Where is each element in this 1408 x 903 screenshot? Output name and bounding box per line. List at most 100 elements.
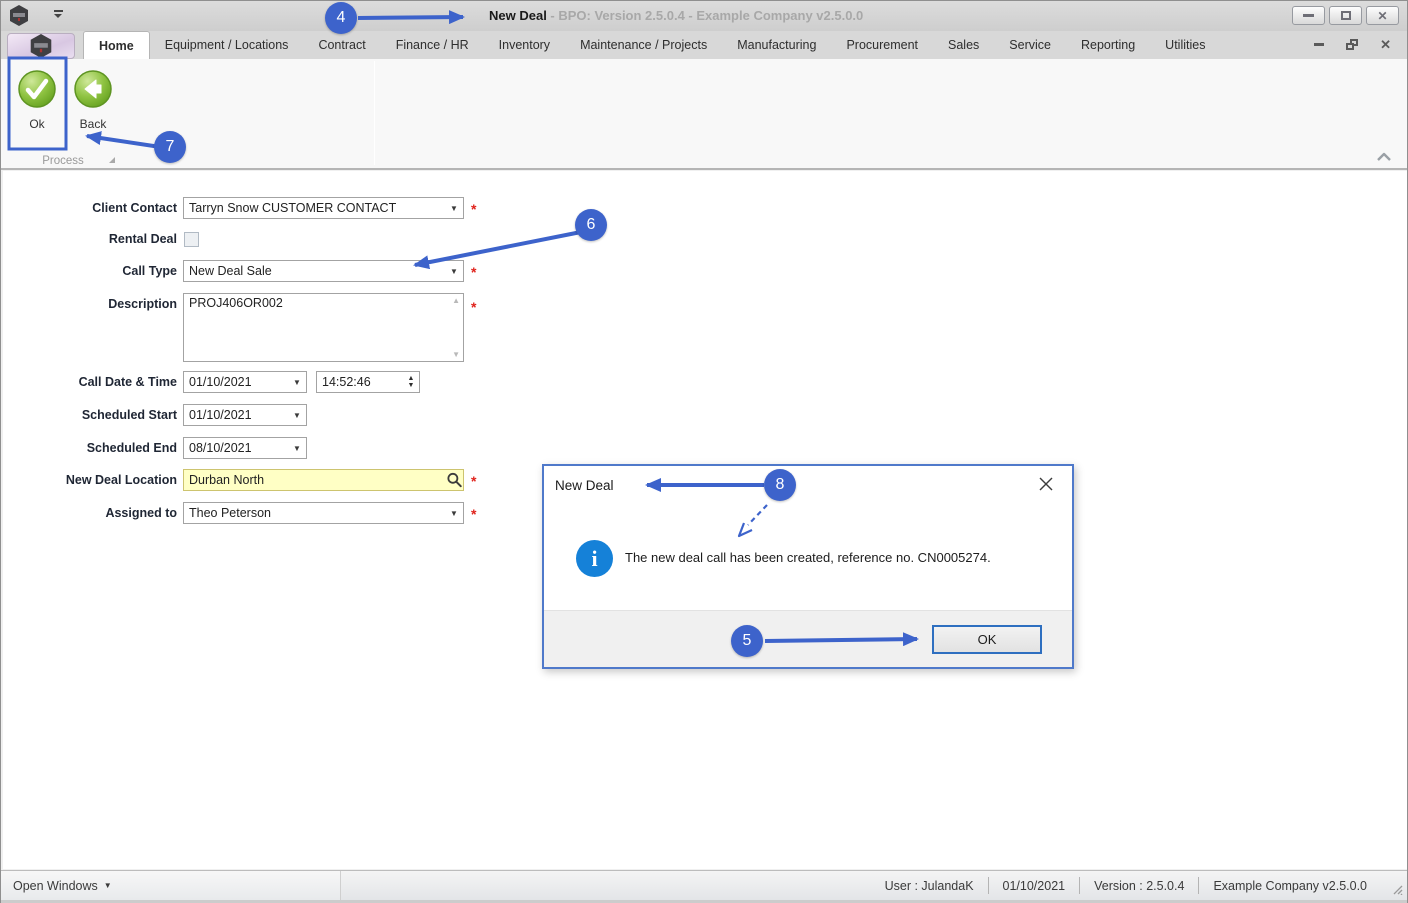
call-type-value[interactable]	[184, 261, 445, 281]
tab-contract[interactable]: Contract	[303, 31, 380, 59]
open-windows-dropdown[interactable]: Open Windows ▼	[13, 879, 112, 893]
info-icon-glyph: i	[591, 545, 598, 571]
tab-reporting[interactable]: Reporting	[1066, 31, 1150, 59]
client-contact-label: Client Contact	[92, 201, 177, 215]
window-title-secondary: - BPO: Version 2.5.0.4 - Example Company…	[546, 8, 864, 23]
call-date-value[interactable]	[184, 372, 288, 392]
mdi-minimize-button[interactable]	[1314, 37, 1325, 51]
tab-utilities[interactable]: Utilities	[1150, 31, 1220, 59]
rental-deal-checkbox[interactable]	[184, 232, 199, 247]
group-dialog-launcher-icon[interactable]	[109, 157, 115, 163]
close-button[interactable]: ✕	[1366, 6, 1399, 25]
search-icon[interactable]	[445, 470, 463, 490]
quick-access-dropdown-icon[interactable]	[51, 10, 65, 22]
required-marker: *	[471, 299, 477, 315]
scroll-up-icon[interactable]: ▲	[452, 296, 460, 305]
scheduled-start-value[interactable]	[184, 405, 288, 425]
scroll-down-icon[interactable]: ▼	[452, 350, 460, 359]
minimize-icon	[1314, 42, 1325, 46]
back-button[interactable]: Back	[67, 63, 119, 149]
assigned-to-value[interactable]	[184, 503, 445, 523]
new-deal-location-label: New Deal Location	[65, 473, 177, 487]
tab-manufacturing[interactable]: Manufacturing	[722, 31, 831, 59]
annotation-step-8: 8	[764, 469, 796, 501]
description-value[interactable]: PROJ406OR002	[184, 294, 463, 361]
call-time-spinner[interactable]: ▲ ▼	[316, 371, 420, 393]
dialog-body: i The new deal call has been created, re…	[544, 502, 1072, 611]
dialog-close-icon[interactable]	[1038, 476, 1054, 492]
scheduled-end-value[interactable]	[184, 438, 288, 458]
new-deal-location-lookup[interactable]	[183, 469, 464, 491]
annotation-number: 8	[775, 476, 785, 493]
application-menu-button[interactable]	[7, 33, 75, 59]
chevron-down-icon[interactable]: ▼	[288, 438, 306, 458]
assigned-to-combo[interactable]: ▼	[183, 502, 464, 524]
required-marker: *	[471, 506, 477, 522]
required-marker: *	[471, 473, 477, 489]
new-deal-location-value[interactable]	[184, 470, 445, 490]
close-icon: ✕	[1377, 8, 1388, 23]
app-logo-icon	[10, 5, 28, 26]
chevron-down-icon[interactable]: ▼	[445, 198, 463, 218]
dialog-ok-label: OK	[977, 632, 997, 647]
spin-up-icon[interactable]: ▲	[408, 375, 415, 382]
call-time-value[interactable]	[317, 372, 403, 392]
mdi-close-button[interactable]: ✕	[1380, 37, 1391, 51]
status-version: Version : 2.5.0.4	[1094, 878, 1185, 893]
annotation-step-5: 5	[731, 625, 763, 657]
ok-check-icon	[18, 70, 56, 108]
scheduled-start-picker[interactable]: ▼	[183, 404, 307, 426]
ribbon-group-separator	[374, 61, 375, 165]
chevron-down-icon: ▼	[103, 881, 112, 890]
chevron-down-icon[interactable]: ▼	[445, 503, 463, 523]
tab-maintenance-projects[interactable]: Maintenance / Projects	[565, 31, 722, 59]
client-contact-combo[interactable]: ▼	[183, 197, 464, 219]
dialog-ok-button[interactable]: OK	[932, 625, 1042, 654]
ribbon-group-caption: Process	[7, 153, 119, 169]
ok-button-label: Ok	[29, 117, 45, 131]
scheduled-start-label: Scheduled Start	[81, 408, 177, 422]
tab-procurement[interactable]: Procurement	[831, 31, 933, 59]
description-textarea[interactable]: PROJ406OR002 ▲ ▼	[183, 293, 464, 362]
tab-equipment-locations[interactable]: Equipment / Locations	[150, 31, 304, 59]
annotation-step-4: 4	[325, 2, 357, 34]
status-bar-left-panel: Open Windows ▼	[1, 871, 341, 900]
annotation-number: 5	[742, 632, 752, 649]
resize-grip[interactable]	[1391, 883, 1403, 895]
chevron-down-icon[interactable]: ▼	[288, 372, 306, 392]
chevron-down-icon[interactable]: ▼	[288, 405, 306, 425]
tab-inventory[interactable]: Inventory	[484, 31, 565, 59]
ribbon: Ok Back Process	[1, 59, 1407, 170]
tab-service[interactable]: Service	[994, 31, 1066, 59]
app-logo-icon	[30, 34, 52, 58]
call-date-picker[interactable]: ▼	[183, 371, 307, 393]
required-marker: *	[471, 264, 477, 280]
description-label: Description	[108, 297, 177, 311]
status-bar: Open Windows ▼ User : JulandaK 01/10/202…	[1, 870, 1407, 900]
tab-finance-hr[interactable]: Finance / HR	[381, 31, 484, 59]
tab-home[interactable]: Home	[83, 31, 150, 59]
process-group-label: Process	[42, 155, 84, 167]
chevron-down-icon[interactable]: ▼	[445, 261, 463, 281]
mdi-restore-button[interactable]	[1346, 37, 1359, 51]
annotation-step-6: 6	[575, 209, 607, 241]
ribbon-tab-row: Home Equipment / Locations Contract Fina…	[1, 31, 1407, 59]
application-window: New Deal - BPO: Version 2.5.0.4 - Exampl…	[0, 0, 1408, 903]
rental-deal-label: Rental Deal	[108, 232, 177, 246]
scheduled-end-label: Scheduled End	[86, 441, 177, 455]
ok-button[interactable]: Ok	[11, 63, 63, 149]
spin-down-icon[interactable]: ▼	[408, 382, 415, 389]
maximize-button[interactable]	[1329, 6, 1362, 25]
required-marker: *	[471, 201, 477, 217]
minimize-button[interactable]	[1292, 6, 1325, 25]
tab-sales[interactable]: Sales	[933, 31, 994, 59]
status-company: Example Company v2.5.0.0	[1213, 878, 1367, 893]
annotation-step-7: 7	[154, 131, 186, 163]
scheduled-end-picker[interactable]: ▼	[183, 437, 307, 459]
back-button-label: Back	[79, 117, 107, 131]
call-type-combo[interactable]: ▼	[183, 260, 464, 282]
window-title-primary: New Deal	[489, 8, 547, 23]
collapse-ribbon-icon[interactable]	[1375, 151, 1393, 165]
ribbon-tabs: Home Equipment / Locations Contract Fina…	[83, 31, 1220, 59]
client-contact-value[interactable]	[184, 198, 445, 218]
